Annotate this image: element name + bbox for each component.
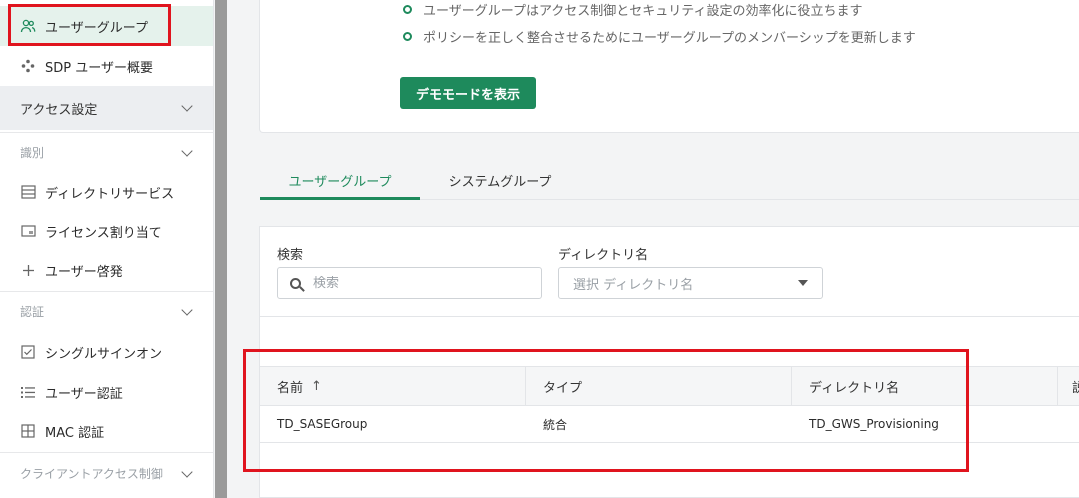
section-identity[interactable]: 識別	[0, 132, 213, 172]
sidebar-item-label: ユーザーグループ	[45, 20, 148, 36]
list-lines-icon	[20, 184, 36, 200]
section-label: 認証	[20, 305, 45, 319]
chevron-down-icon	[181, 465, 193, 478]
section-access-settings[interactable]: アクセス設定	[0, 86, 213, 130]
section-client-access-control[interactable]: クライアントアクセス制御	[0, 452, 213, 494]
grid-icon	[20, 423, 36, 439]
section-authentication[interactable]: 認証	[0, 291, 213, 331]
column-header-label: タイプ	[543, 380, 583, 396]
checkbox-icon	[20, 344, 36, 360]
users-icon	[20, 18, 36, 34]
column-header-directory-name[interactable]: ディレクトリ名	[792, 367, 1058, 405]
circle-bullet-icon	[403, 32, 412, 41]
info-bullet-text: ポリシーを正しく整合させるためにユーザーグループのメンバーシップを更新します	[423, 31, 916, 46]
chevron-down-icon	[181, 100, 193, 112]
table-row[interactable]: TD_SASEGroup 統合 TD_GWS_Provisioning	[260, 406, 1079, 443]
sidebar-item-label: ユーザー認証	[45, 386, 123, 402]
column-header-label: 名前	[277, 380, 304, 396]
sidebar-item-label: ディレクトリサービス	[45, 186, 175, 202]
section-label: クライアントアクセス制御	[20, 467, 163, 481]
column-header-name[interactable]: 名前 ↑	[260, 367, 526, 405]
circle-bullet-icon	[403, 5, 412, 14]
sidebar-item-directory-services[interactable]: ディレクトリサービス	[0, 172, 213, 212]
license-icon	[20, 223, 36, 239]
sidebar-item-label: SDP ユーザー概要	[45, 60, 153, 76]
section-label: 識別	[20, 146, 45, 160]
sidebar-item-label: ライセンス割り当て	[45, 225, 162, 241]
sidebar-item-user-authentication[interactable]: ユーザー認証	[0, 372, 213, 412]
caret-down-icon	[798, 280, 808, 286]
search-field[interactable]	[277, 267, 542, 299]
sidebar: ユーザーグループ SDP ユーザー概要 アクセス設定 識別 ディレクトリサービス…	[0, 0, 214, 498]
tab-user-groups[interactable]: ユーザーグループ	[260, 160, 420, 200]
chevron-down-icon	[181, 144, 193, 157]
column-header-label: ディレクトリ名	[809, 380, 900, 396]
info-card	[259, 0, 1079, 133]
section-label: アクセス設定	[20, 102, 98, 118]
cell-directory-name: TD_GWS_Provisioning	[809, 417, 939, 431]
sidebar-item-user-groups[interactable]: ユーザーグループ	[0, 6, 213, 46]
column-header-label: 説	[1072, 380, 1079, 396]
sidebar-item-license-assignment[interactable]: ライセンス割り当て	[0, 211, 213, 251]
sidebar-item-label: ユーザー啓発	[45, 264, 123, 280]
info-bullet: ポリシーを正しく整合させるためにユーザーグループのメンバーシップを更新します	[403, 27, 916, 46]
search-icon	[290, 277, 301, 289]
sidebar-item-sdp-user-overview[interactable]: SDP ユーザー概要	[0, 46, 213, 86]
show-demo-mode-button[interactable]: デモモードを表示	[400, 77, 536, 109]
cell-type: 統合	[543, 417, 568, 432]
sidebar-item-single-sign-on[interactable]: シングルサインオン	[0, 332, 213, 372]
sidebar-item-user-awareness[interactable]: ユーザー啓発	[0, 250, 213, 290]
bullet-list-icon	[20, 384, 36, 400]
active-tab-indicator	[260, 197, 420, 200]
plus-icon	[20, 262, 36, 278]
info-bullet-text: ユーザーグループはアクセス制御とセキュリティ設定の効率化に役立ちます	[423, 4, 863, 19]
column-header-description[interactable]: 説	[1058, 367, 1079, 405]
search-input[interactable]	[313, 275, 513, 291]
table-header: 名前 ↑ タイプ ディレクトリ名 説	[260, 366, 1079, 406]
cell-name: TD_SASEGroup	[277, 417, 368, 431]
sidebar-item-label: シングルサインオン	[45, 346, 163, 362]
divider	[260, 316, 1079, 317]
gutter	[227, 0, 231, 498]
sort-ascending-icon[interactable]: ↑	[311, 379, 322, 394]
search-label: 検索	[277, 248, 304, 263]
sidebar-item-label: MAC 認証	[45, 425, 105, 441]
chevron-down-icon	[181, 303, 193, 316]
sidebar-scrollbar[interactable]	[215, 0, 227, 498]
directory-name-select[interactable]: 選択 ディレクトリ名	[558, 267, 823, 299]
tab-system-groups[interactable]: システムグループ	[420, 160, 580, 200]
sidebar-item-mac-authentication[interactable]: MAC 認証	[0, 411, 213, 451]
column-header-type[interactable]: タイプ	[526, 367, 792, 405]
grid-dots-icon	[20, 58, 36, 74]
directory-name-placeholder: 選択 ディレクトリ名	[573, 277, 694, 293]
directory-name-label: ディレクトリ名	[558, 248, 649, 263]
info-bullet: ユーザーグループはアクセス制御とセキュリティ設定の効率化に役立ちます	[403, 0, 863, 19]
